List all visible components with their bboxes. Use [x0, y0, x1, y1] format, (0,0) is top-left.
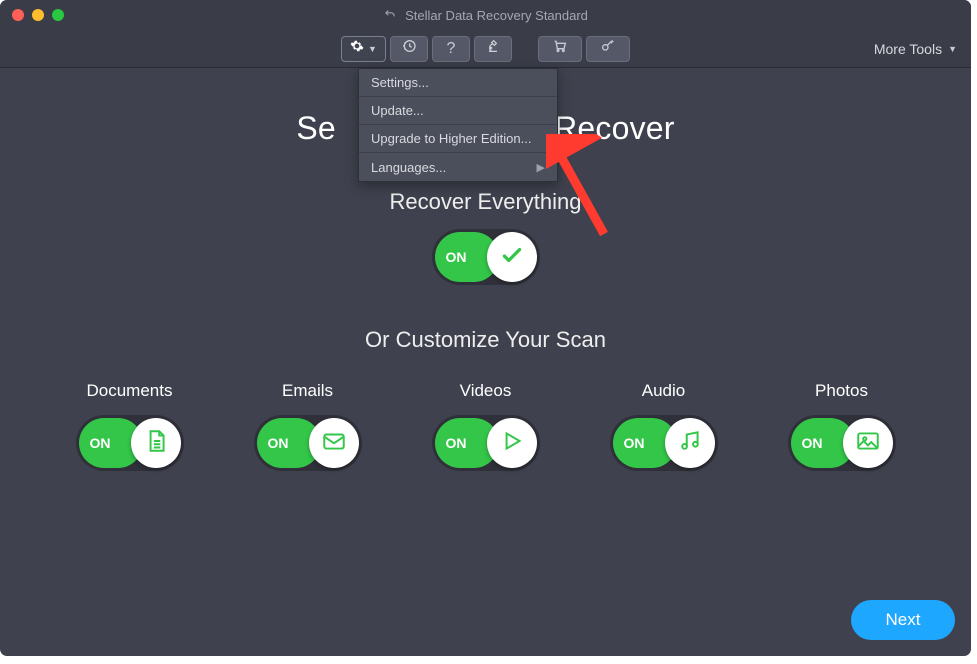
toggle-on-label: ON	[802, 435, 823, 451]
dd-label: Update...	[371, 103, 424, 118]
category-videos: Videos ON	[432, 381, 540, 471]
category-label: Emails	[282, 381, 333, 401]
category-label: Photos	[815, 381, 868, 401]
recover-everything-toggle[interactable]: ON	[432, 229, 540, 285]
dropdown-item-update[interactable]: Update...	[359, 97, 557, 125]
photo-icon	[855, 428, 881, 459]
window-title: Stellar Data Recovery Standard	[0, 7, 971, 24]
history-button[interactable]	[390, 36, 428, 62]
toggle-knob	[843, 418, 893, 468]
toggle-on-label: ON	[268, 435, 289, 451]
gear-icon	[350, 39, 364, 58]
play-icon	[499, 428, 525, 459]
toolbar-group: ▼ ?	[341, 36, 630, 62]
help-button[interactable]: ?	[432, 36, 470, 62]
heading-left: Se	[296, 110, 336, 146]
toolbar: ▼ ?	[0, 30, 971, 68]
category-photos: Photos ON	[788, 381, 896, 471]
toggle-on-label: ON	[90, 435, 111, 451]
toggle-knob	[131, 418, 181, 468]
close-window-button[interactable]	[12, 9, 24, 21]
videos-toggle[interactable]: ON	[432, 415, 540, 471]
fullscreen-window-button[interactable]	[52, 9, 64, 21]
check-icon	[499, 242, 525, 273]
history-icon	[401, 38, 417, 59]
photos-toggle[interactable]: ON	[788, 415, 896, 471]
next-button[interactable]: Next	[851, 600, 955, 640]
toggle-knob	[487, 232, 537, 282]
category-emails: Emails ON	[254, 381, 362, 471]
cart-button[interactable]	[538, 36, 582, 62]
cart-icon	[552, 38, 568, 59]
lab-button[interactable]	[474, 36, 512, 62]
category-row: Documents ON Emails ON	[76, 381, 896, 471]
app-title-text: Stellar Data Recovery Standard	[405, 8, 588, 23]
customize-scan-label: Or Customize Your Scan	[365, 327, 606, 353]
dropdown-item-languages[interactable]: Languages... ▶	[359, 153, 557, 181]
chevron-down-icon: ▼	[368, 44, 377, 54]
activation-button[interactable]	[586, 36, 630, 62]
toggle-on-label: ON	[624, 435, 645, 451]
category-label: Documents	[87, 381, 173, 401]
settings-menu-button[interactable]: ▼	[341, 36, 386, 62]
key-icon	[600, 38, 616, 59]
document-icon	[143, 428, 169, 459]
minimize-window-button[interactable]	[32, 9, 44, 21]
category-documents: Documents ON	[76, 381, 184, 471]
undo-icon	[383, 7, 397, 24]
email-icon	[321, 428, 347, 459]
chevron-down-icon: ▼	[948, 44, 957, 54]
heading-right: Recover	[554, 110, 675, 146]
toggle-on-label: ON	[446, 435, 467, 451]
chevron-right-icon: ▶	[537, 161, 545, 174]
question-icon: ?	[447, 40, 456, 58]
dd-label: Settings...	[371, 75, 429, 90]
music-icon	[677, 428, 703, 459]
more-tools-label: More Tools	[874, 41, 942, 57]
audio-toggle[interactable]: ON	[610, 415, 718, 471]
window-controls	[0, 9, 64, 21]
toggle-knob	[309, 418, 359, 468]
dropdown-item-upgrade[interactable]: Upgrade to Higher Edition...	[359, 125, 557, 153]
dd-label: Languages...	[371, 160, 446, 175]
dropdown-item-settings[interactable]: Settings...	[359, 69, 557, 97]
more-tools-button[interactable]: More Tools ▼	[874, 30, 957, 67]
settings-dropdown: Settings... Update... Upgrade to Higher …	[358, 68, 558, 182]
category-audio: Audio ON	[610, 381, 718, 471]
documents-toggle[interactable]: ON	[76, 415, 184, 471]
microscope-icon	[485, 38, 501, 59]
toggle-on-label: ON	[446, 249, 467, 265]
emails-toggle[interactable]: ON	[254, 415, 362, 471]
dd-label: Upgrade to Higher Edition...	[371, 131, 531, 146]
titlebar: Stellar Data Recovery Standard	[0, 0, 971, 30]
category-label: Audio	[642, 381, 685, 401]
recover-everything-label: Recover Everything	[390, 189, 582, 215]
toggle-knob	[487, 418, 537, 468]
toggle-knob	[665, 418, 715, 468]
category-label: Videos	[460, 381, 512, 401]
app-window: Stellar Data Recovery Standard ▼ ?	[0, 0, 971, 656]
